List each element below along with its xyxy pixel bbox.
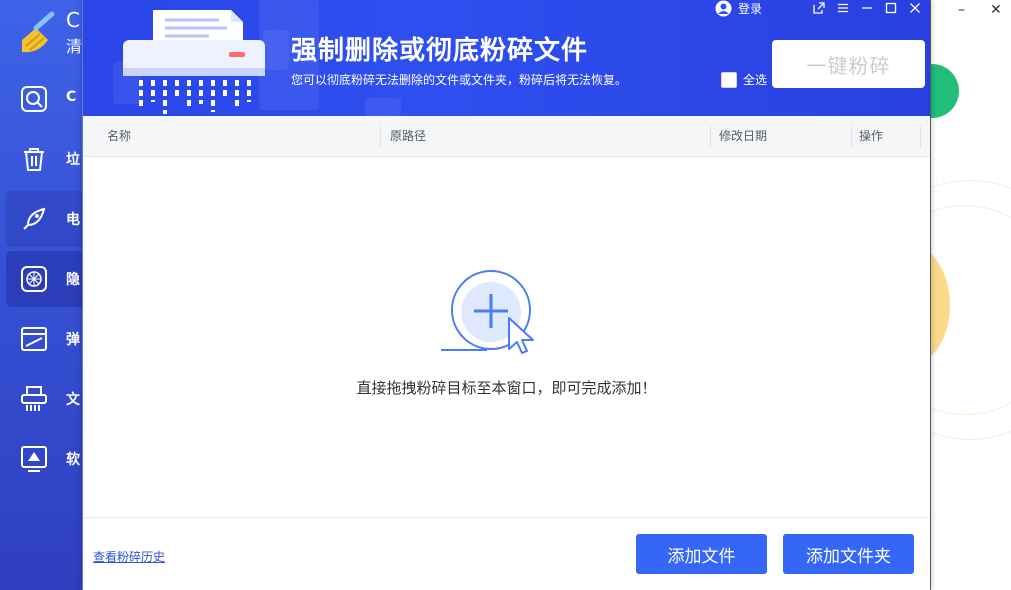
logo-text: C [66, 8, 80, 32]
broom-logo-icon [22, 11, 55, 53]
shred-history-link[interactable]: 查看粉碎历史 [93, 548, 165, 565]
dialog-title: 强制删除或彻底粉碎文件 [291, 36, 589, 66]
sidebar-item-speedup[interactable]: 电 [6, 191, 90, 247]
add-file-drop-icon[interactable] [439, 268, 539, 358]
drop-hint-text: 直接拖拽粉碎目标至本窗口，即可完成添加！ [356, 379, 657, 397]
sidebar-item-label: 隐 [66, 272, 80, 288]
dialog-subtitle: 您可以彻底粉碎无法删除的文件或文件夹，粉碎后将无法恢复。 [291, 73, 628, 87]
one-click-shred-button[interactable]: 一键粉碎 [772, 40, 925, 88]
sidebar-item-shredder[interactable]: 文 [6, 371, 90, 427]
minimize-icon[interactable] [860, 1, 874, 15]
add-folder-button[interactable]: 添加文件夹 [783, 534, 914, 574]
column-header-name[interactable]: 名称 [107, 116, 131, 156]
menu-icon[interactable] [836, 1, 850, 15]
popup-block-icon [21, 327, 47, 351]
sidebar-item-label: 电 [66, 212, 80, 228]
magnifier-disk-icon [21, 86, 47, 112]
sidebar-item-label: 垃 [66, 152, 80, 168]
trash-icon [24, 148, 44, 171]
user-avatar-icon [715, 0, 732, 17]
footer-divider [83, 517, 930, 518]
shredder-dialog: 强制删除或彻底粉碎文件 您可以彻底粉碎无法删除的文件或文件夹，粉碎后将无法恢复。… [82, 0, 931, 590]
shredder-illustration-icon [123, 10, 265, 114]
privacy-shield-icon [21, 266, 47, 292]
select-all-label: 全选 [743, 73, 768, 87]
column-divider [851, 126, 852, 148]
column-header-path[interactable]: 原路径 [390, 116, 426, 156]
maximize-icon[interactable] [884, 1, 898, 15]
rocket-icon [23, 207, 46, 230]
shredder-icon [21, 386, 47, 411]
sidebar-item-trash[interactable]: 垃 [6, 131, 90, 187]
screen: C 清 C 垃 电 隐 弹 文 软 – ✕ 强制删除或彻底粉碎文件 您可以彻底粉… [0, 0, 1011, 590]
column-header-modified-date[interactable]: 修改日期 [719, 116, 767, 156]
add-file-button[interactable]: 添加文件 [636, 534, 767, 574]
select-all-checkbox[interactable] [721, 71, 737, 88]
banner-decoration [365, 98, 401, 116]
column-header-action: 操作 [859, 129, 884, 143]
sidebar-item-disk[interactable]: C [6, 71, 90, 127]
sidebar-item-label: 文 [66, 392, 80, 408]
column-divider [710, 126, 711, 148]
sidebar-item-privacy[interactable]: 隐 [6, 251, 90, 307]
sidebar-item-label: 软 [66, 452, 80, 468]
file-table-header: 名称 原路径 修改日期 操作 [83, 116, 930, 157]
sidebar-item-label: 弹 [66, 332, 80, 348]
column-divider [920, 126, 921, 148]
background-close-button[interactable]: ✕ [990, 2, 1002, 18]
share-icon[interactable] [812, 1, 826, 15]
column-divider [380, 126, 381, 148]
login-button[interactable]: 登录 [715, 0, 762, 17]
login-label: 登录 [738, 2, 763, 16]
software-icon [21, 446, 47, 472]
sidebar-item-popup[interactable]: 弹 [6, 311, 90, 367]
logo-subtext: 清 [66, 37, 83, 56]
background-sidebar: C 清 C 垃 电 隐 弹 文 软 [0, 0, 90, 590]
close-icon[interactable] [908, 1, 922, 15]
select-all-toggle[interactable]: 全选 [721, 71, 767, 88]
sidebar-item-software[interactable]: 软 [6, 431, 90, 487]
dialog-banner: 强制删除或彻底粉碎文件 您可以彻底粉碎无法删除的文件或文件夹，粉碎后将无法恢复。… [83, 0, 930, 116]
background-minimize-button[interactable]: – [958, 2, 965, 18]
sidebar-item-label: C [66, 89, 77, 105]
